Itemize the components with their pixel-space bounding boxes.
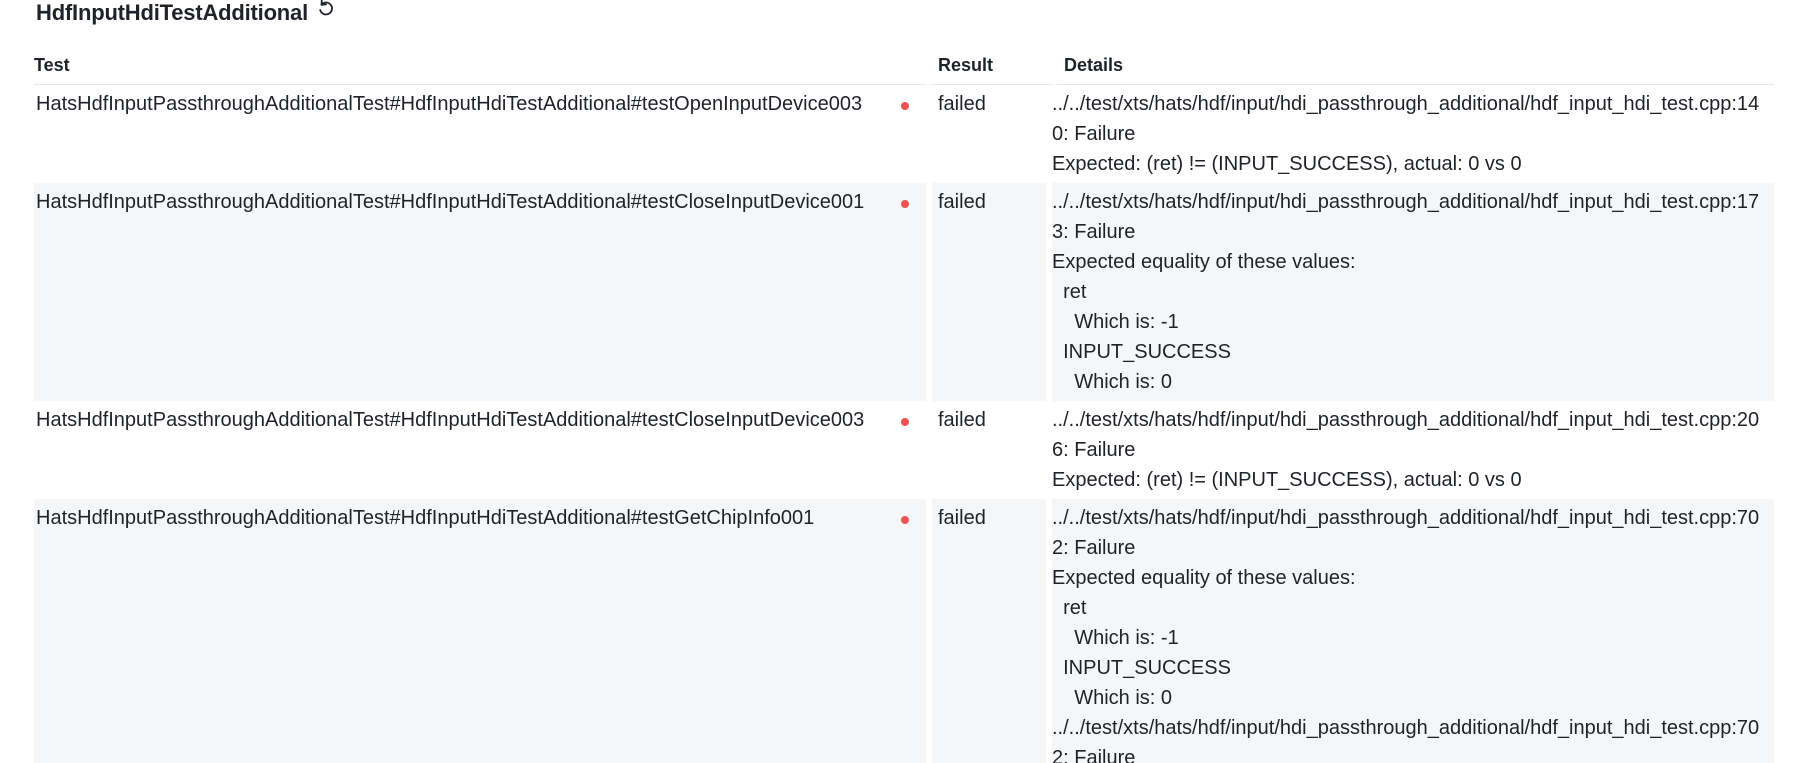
- result-value: failed: [926, 183, 1052, 401]
- column-header-result[interactable]: Result: [926, 46, 1052, 85]
- table-row[interactable]: HatsHdfInputPassthroughAdditionalTest#Hd…: [34, 499, 1774, 763]
- result-value: failed: [926, 401, 1052, 499]
- failure-details: ../../test/xts/hats/hdf/input/hdi_passth…: [1052, 401, 1774, 499]
- column-header-test[interactable]: Test: [34, 46, 884, 85]
- column-header-details[interactable]: Details: [1052, 46, 1774, 85]
- table-row[interactable]: HatsHdfInputPassthroughAdditionalTest#Hd…: [34, 401, 1774, 499]
- failed-status-dot-icon: [901, 102, 909, 110]
- test-name[interactable]: HatsHdfInputPassthroughAdditionalTest#Hd…: [34, 183, 884, 401]
- suite-header: HdfInputHdiTestAdditional: [36, 0, 336, 26]
- column-header-status: [884, 46, 926, 85]
- refresh-icon[interactable]: [316, 0, 336, 18]
- suite-title: HdfInputHdiTestAdditional: [36, 0, 308, 25]
- failure-details: ../../test/xts/hats/hdf/input/hdi_passth…: [1052, 499, 1774, 763]
- failed-status-dot-icon: [901, 418, 909, 426]
- failure-details: ../../test/xts/hats/hdf/input/hdi_passth…: [1052, 183, 1774, 401]
- status-cell: [884, 183, 926, 401]
- table-header-row: Test Result Details: [34, 46, 1774, 85]
- status-cell: [884, 499, 926, 763]
- result-value: failed: [926, 499, 1052, 763]
- results-table: Test Result Details HatsHdfInputPassthro…: [34, 46, 1774, 763]
- failure-details: ../../test/xts/hats/hdf/input/hdi_passth…: [1052, 85, 1774, 183]
- status-cell: [884, 401, 926, 499]
- refresh-icon-glyph: [319, 0, 333, 16]
- test-name[interactable]: HatsHdfInputPassthroughAdditionalTest#Hd…: [34, 85, 884, 183]
- test-report-page: HdfInputHdiTestAdditional Test Result De…: [0, 0, 1797, 763]
- test-name[interactable]: HatsHdfInputPassthroughAdditionalTest#Hd…: [34, 401, 884, 499]
- result-value: failed: [926, 85, 1052, 183]
- test-name[interactable]: HatsHdfInputPassthroughAdditionalTest#Hd…: [34, 499, 884, 763]
- table-row[interactable]: HatsHdfInputPassthroughAdditionalTest#Hd…: [34, 85, 1774, 183]
- failed-status-dot-icon: [901, 200, 909, 208]
- failed-status-dot-icon: [901, 516, 909, 524]
- status-cell: [884, 85, 926, 183]
- table-row[interactable]: HatsHdfInputPassthroughAdditionalTest#Hd…: [34, 183, 1774, 401]
